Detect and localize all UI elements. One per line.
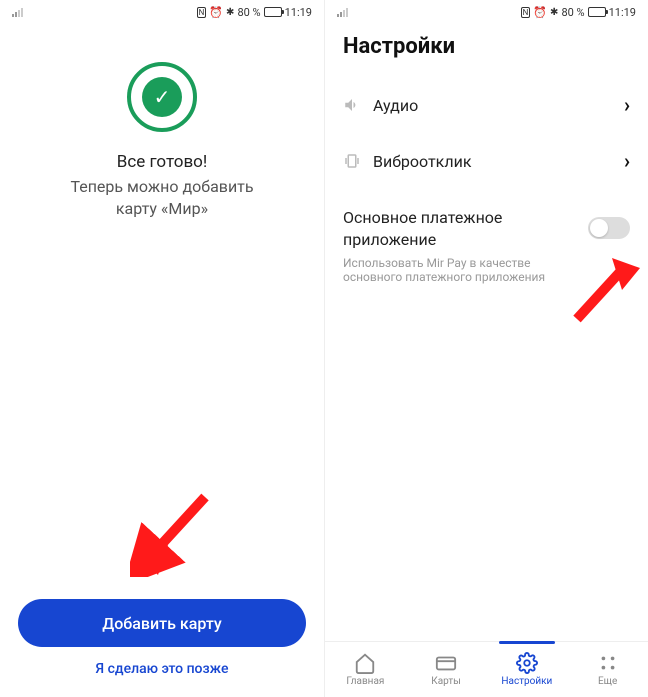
alarm-icon: ⏰ [533, 6, 547, 19]
settings-row-audio[interactable]: Аудио › [343, 77, 630, 133]
home-icon [354, 652, 376, 674]
nav-label: Еще [598, 676, 617, 687]
nfc-icon: N [197, 7, 207, 18]
success-subtitle: Теперь можно добавить карту «Мир» [18, 176, 306, 221]
settings-row-vibro[interactable]: Виброотклик › [343, 133, 630, 189]
nav-label: Главная [346, 676, 384, 687]
alarm-icon: ⏰ [209, 6, 223, 19]
annotation-arrow-icon [562, 254, 642, 329]
signal-icon [12, 8, 23, 17]
chevron-right-icon: › [624, 93, 630, 117]
success-title: Все готово! [18, 152, 306, 172]
bottom-nav: Главная Карты Настройки Еще [325, 641, 648, 697]
battery-percent: 80 % [237, 6, 260, 19]
do-later-link[interactable]: Я сделаю это позже [18, 661, 306, 677]
page-title: Настройки [343, 22, 630, 77]
success-check-icon: ✓ [127, 62, 197, 132]
vibration-icon [343, 152, 373, 170]
nfc-icon: N [521, 7, 531, 18]
more-icon [597, 652, 619, 674]
nav-more[interactable]: Еще [567, 642, 648, 697]
nav-home[interactable]: Главная [325, 642, 406, 697]
battery-icon [264, 7, 282, 17]
signal-icon [337, 8, 348, 17]
nav-label: Настройки [501, 676, 552, 687]
toggle-title: Основное платежное приложение [343, 207, 630, 252]
nav-label: Карты [431, 676, 461, 687]
phone-screen-settings: N ⏰ ✱ 80 % 11:19 Настройки Аудио › Вибро… [324, 0, 648, 697]
card-icon [435, 652, 457, 674]
nav-cards[interactable]: Карты [406, 642, 487, 697]
row-label: Виброотклик [373, 152, 624, 171]
phone-screen-onboarding: N ⏰ ✱ 80 % 11:19 ✓ Все готово! Теперь мо… [0, 0, 324, 697]
status-time: 11:19 [285, 6, 312, 19]
annotation-arrow-icon [130, 487, 220, 577]
bluetooth-icon: ✱ [226, 7, 234, 18]
battery-percent: 80 % [561, 6, 584, 19]
sound-icon [343, 96, 373, 114]
gear-icon [516, 652, 538, 674]
nav-settings[interactable]: Настройки [487, 642, 568, 697]
status-bar: N ⏰ ✱ 80 % 11:19 [325, 0, 648, 22]
battery-icon [588, 7, 606, 17]
add-card-button[interactable]: Добавить карту [18, 599, 306, 647]
chevron-right-icon: › [624, 149, 630, 173]
row-label: Аудио [373, 96, 624, 115]
status-time: 11:19 [609, 6, 636, 19]
status-bar: N ⏰ ✱ 80 % 11:19 [0, 0, 324, 22]
default-payment-toggle[interactable] [588, 217, 630, 239]
bluetooth-icon: ✱ [550, 7, 558, 18]
